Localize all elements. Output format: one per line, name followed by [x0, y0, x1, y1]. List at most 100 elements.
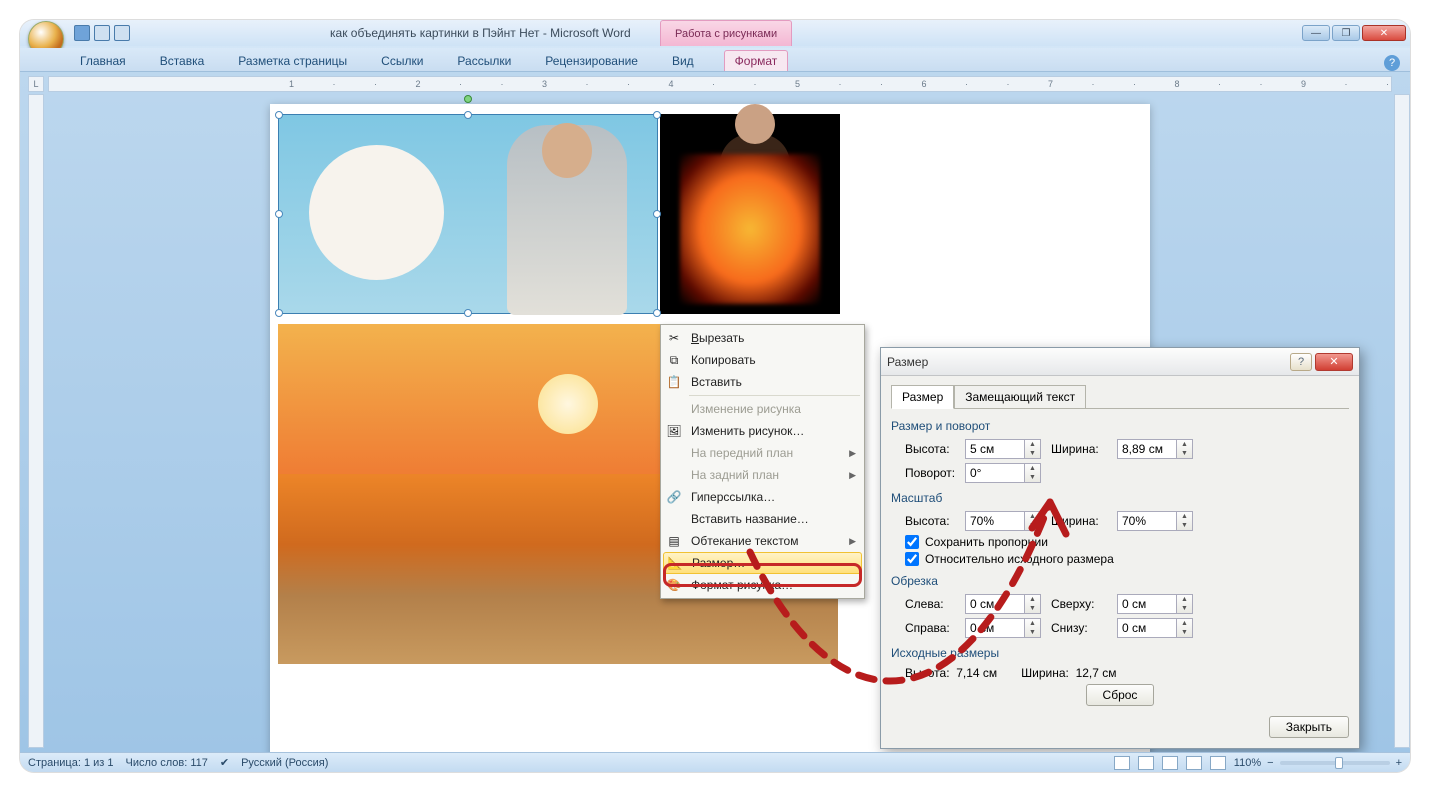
title-bar: как объединять картинки в Пэйнт Нет - Mi…: [20, 20, 1410, 46]
checkbox-lock-aspect[interactable]: [905, 535, 919, 549]
view-outline-icon[interactable]: [1186, 756, 1202, 770]
menu-change-image[interactable]: 🖼Изменить рисунок…: [663, 420, 862, 442]
spinner-scale-w[interactable]: ▲▼: [1177, 511, 1193, 531]
input-height[interactable]: [965, 439, 1025, 459]
resize-handle[interactable]: [275, 111, 283, 119]
dialog-close-btn[interactable]: Закрыть: [1269, 716, 1349, 738]
status-word-count[interactable]: Число слов: 117: [126, 757, 208, 769]
dialog-close-button[interactable]: ✕: [1315, 353, 1353, 371]
undo-icon[interactable]: [94, 25, 110, 41]
input-scale-width[interactable]: [1117, 511, 1177, 531]
tab-view[interactable]: Вид: [668, 51, 698, 71]
spinner-scale-h[interactable]: ▲▼: [1025, 511, 1041, 531]
spinner-width[interactable]: ▲▼: [1177, 439, 1193, 459]
horizontal-ruler: 1 · · 2 · · 3 · · 4 · · 5 · · 6 · · 7 · …: [48, 76, 1392, 92]
size-dialog: Размер ? ✕ Размер Замещающий текст Разме…: [880, 347, 1360, 749]
label-crop-top: Сверху:: [1051, 597, 1107, 611]
tab-review[interactable]: Рецензирование: [541, 51, 642, 71]
group-crop: Обрезка: [891, 574, 1349, 588]
workspace: L 1 · · 2 · · 3 · · 4 · · 5 · · 6 · · 7 …: [20, 72, 1410, 752]
tab-format[interactable]: Формат: [724, 50, 789, 71]
tab-insert[interactable]: Вставка: [156, 51, 209, 71]
status-page[interactable]: Страница: 1 из 1: [28, 757, 114, 769]
tab-references[interactable]: Ссылки: [377, 51, 427, 71]
menu-cut[interactable]: ✂Вырезать: [663, 327, 862, 349]
resize-handle[interactable]: [653, 111, 661, 119]
zoom-value[interactable]: 110%: [1234, 757, 1261, 769]
help-icon[interactable]: ?: [1384, 55, 1400, 71]
menu-format-picture[interactable]: 🎨Формат рисунка…: [663, 574, 862, 596]
resize-handle[interactable]: [464, 111, 472, 119]
tab-home[interactable]: Главная: [76, 51, 130, 71]
status-language[interactable]: Русский (Россия): [241, 757, 328, 769]
menu-edit-image: Изменение рисунка: [663, 398, 862, 420]
view-web-layout-icon[interactable]: [1162, 756, 1178, 770]
input-width[interactable]: [1117, 439, 1177, 459]
tab-page-layout[interactable]: Разметка страницы: [234, 51, 351, 71]
spinner-height[interactable]: ▲▼: [1025, 439, 1041, 459]
save-icon[interactable]: [74, 25, 90, 41]
zoom-slider[interactable]: [1280, 761, 1390, 765]
checkbox-relative-original[interactable]: [905, 552, 919, 566]
maximize-button[interactable]: ❐: [1332, 25, 1360, 41]
redo-icon[interactable]: [114, 25, 130, 41]
label-height: Высота:: [905, 442, 955, 456]
menu-bring-front: На передний план▶: [663, 442, 862, 464]
label-width: Ширина:: [1051, 442, 1107, 456]
view-print-layout-icon[interactable]: [1114, 756, 1130, 770]
input-scale-height[interactable]: [965, 511, 1025, 531]
menu-paste[interactable]: 📋Вставить: [663, 371, 862, 393]
label-crop-bottom: Снизу:: [1051, 621, 1107, 635]
input-crop-right[interactable]: [965, 618, 1025, 638]
vertical-scrollbar[interactable]: [1394, 94, 1410, 748]
input-crop-left[interactable]: [965, 594, 1025, 614]
spinner-rotate[interactable]: ▲▼: [1025, 463, 1041, 483]
image-selected[interactable]: [278, 114, 658, 314]
dialog-titlebar[interactable]: Размер ? ✕: [881, 348, 1359, 376]
dialog-tab-size[interactable]: Размер: [891, 385, 954, 409]
input-crop-bottom[interactable]: [1117, 618, 1177, 638]
copy-icon: ⧉: [665, 351, 683, 369]
dialog-help-button[interactable]: ?: [1290, 353, 1312, 371]
label-scale-width: Ширина:: [1051, 514, 1107, 528]
resize-handle[interactable]: [653, 309, 661, 317]
ribbon-tabs: Главная Вставка Разметка страницы Ссылки…: [20, 48, 1410, 72]
label-crop-left: Слева:: [905, 597, 955, 611]
tab-mailings[interactable]: Рассылки: [453, 51, 515, 71]
group-scale: Масштаб: [891, 491, 1349, 505]
dialog-title: Размер: [887, 355, 928, 369]
format-icon: 🎨: [665, 576, 683, 594]
view-full-screen-icon[interactable]: [1138, 756, 1154, 770]
close-button[interactable]: ✕: [1362, 25, 1406, 41]
menu-copy[interactable]: ⧉Копировать: [663, 349, 862, 371]
window-title: как объединять картинки в Пэйнт Нет - Mi…: [330, 26, 631, 40]
rotation-handle[interactable]: [464, 95, 472, 103]
paste-icon: 📋: [665, 373, 683, 391]
group-original: Исходные размеры: [891, 646, 1349, 660]
resize-handle[interactable]: [275, 309, 283, 317]
resize-handle[interactable]: [464, 309, 472, 317]
minimize-button[interactable]: —: [1302, 25, 1330, 41]
resize-handle[interactable]: [275, 210, 283, 218]
wrap-icon: ▤: [665, 532, 683, 550]
contextual-tab-picture-tools: Работа с рисунками: [660, 20, 792, 46]
image-fire[interactable]: [660, 114, 840, 314]
menu-hyperlink[interactable]: 🔗Гиперссылка…: [663, 486, 862, 508]
picture-icon: 🖼: [665, 422, 683, 440]
zoom-in-button[interactable]: +: [1396, 757, 1402, 769]
label-rotate: Поворот:: [905, 466, 955, 480]
vertical-ruler: [28, 94, 44, 748]
dialog-tab-alt-text[interactable]: Замещающий текст: [954, 385, 1086, 409]
scissors-icon: ✂: [665, 329, 683, 347]
input-rotate[interactable]: [965, 463, 1025, 483]
reset-button[interactable]: Сброс: [1086, 684, 1155, 706]
status-proofing-icon[interactable]: ✔: [220, 756, 229, 769]
input-crop-top[interactable]: [1117, 594, 1177, 614]
menu-insert-caption[interactable]: Вставить название…: [663, 508, 862, 530]
context-menu: ✂Вырезать ⧉Копировать 📋Вставить Изменени…: [660, 324, 865, 599]
menu-size[interactable]: 📐Размер…: [663, 552, 862, 574]
menu-text-wrap[interactable]: ▤Обтекание текстом▶: [663, 530, 862, 552]
resize-handle[interactable]: [653, 210, 661, 218]
view-draft-icon[interactable]: [1210, 756, 1226, 770]
zoom-out-button[interactable]: −: [1267, 757, 1273, 769]
